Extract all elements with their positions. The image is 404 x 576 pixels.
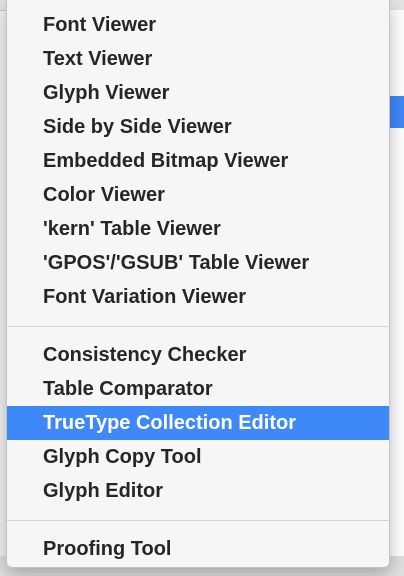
menu-item-truetype-collection-editor[interactable]: TrueType Collection Editor (7, 406, 389, 440)
menu-item-font-viewer[interactable]: Font Viewer (7, 8, 389, 42)
menu-item-kern-table-viewer[interactable]: 'kern' Table Viewer (7, 212, 389, 246)
menu-item-proofing-tool[interactable]: Proofing Tool (7, 532, 389, 566)
menu-separator (7, 520, 389, 521)
menu-item-glyph-copy-tool[interactable]: Glyph Copy Tool (7, 440, 389, 474)
menu-item-gpos-gsub-table-viewer[interactable]: 'GPOS'/'GSUB' Table Viewer (7, 246, 389, 280)
menu-item-side-by-side-viewer[interactable]: Side by Side Viewer (7, 110, 389, 144)
menu-item-font-variation-viewer[interactable]: Font Variation Viewer (7, 280, 389, 314)
menu-item-glyph-editor[interactable]: Glyph Editor (7, 474, 389, 508)
background-selected-row (389, 96, 404, 128)
background-list-panel (388, 10, 404, 576)
menu-item-table-comparator[interactable]: Table Comparator (7, 372, 389, 406)
menu-item-consistency-checker[interactable]: Consistency Checker (7, 338, 389, 372)
menu-item-text-viewer[interactable]: Text Viewer (7, 42, 389, 76)
tools-dropdown-menu: Font Viewer Text Viewer Glyph Viewer Sid… (6, 0, 390, 568)
menu-item-color-viewer[interactable]: Color Viewer (7, 178, 389, 212)
menu-item-glyph-viewer[interactable]: Glyph Viewer (7, 76, 389, 110)
menu-separator (7, 326, 389, 327)
menu-item-embedded-bitmap-viewer[interactable]: Embedded Bitmap Viewer (7, 144, 389, 178)
